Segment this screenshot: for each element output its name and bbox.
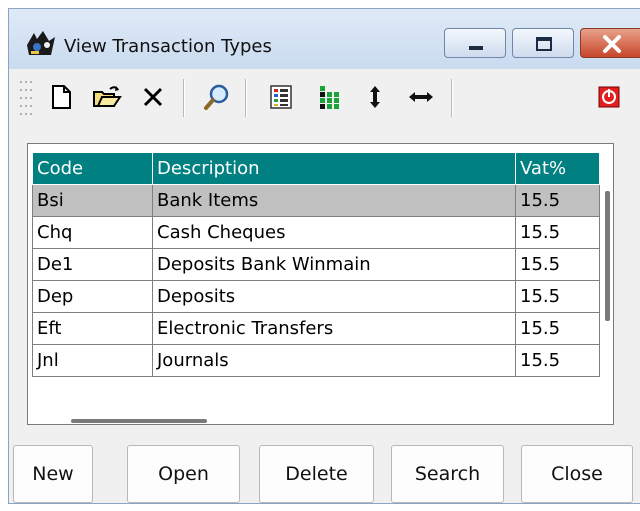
cell-code[interactable]: Jnl — [32, 344, 153, 377]
toolbar-search-button[interactable] — [197, 77, 237, 117]
transaction-types-window: View Transaction Types Code Description … — [8, 8, 640, 504]
cell-code[interactable]: Eft — [32, 312, 153, 345]
cell-description[interactable]: Cash Cheques — [152, 216, 516, 249]
toolbar-view-button[interactable] — [261, 77, 301, 117]
vertical-resize-icon — [370, 86, 380, 108]
cell-code[interactable]: Bsi — [32, 184, 153, 217]
minimize-button[interactable] — [444, 28, 506, 58]
toolbar-exit-button[interactable] — [589, 77, 629, 117]
new-button[interactable]: New — [13, 445, 93, 503]
toolbar-separator — [245, 79, 247, 117]
toolbar-separator — [451, 79, 453, 117]
column-header-vat[interactable]: Vat% — [515, 152, 600, 185]
open-folder-icon — [93, 86, 122, 107]
toolbar — [13, 71, 640, 123]
toolbar-separator — [183, 79, 185, 117]
cell-description[interactable]: Deposits Bank Winmain — [152, 248, 516, 281]
column-header-description[interactable]: Description — [152, 152, 516, 185]
search-icon — [204, 84, 229, 110]
cell-code[interactable]: Chq — [32, 216, 153, 249]
cell-vat[interactable]: 15.5 — [515, 184, 600, 217]
open-button[interactable]: Open — [127, 445, 240, 503]
exit-icon — [598, 86, 620, 108]
close-window-button[interactable] — [580, 28, 640, 58]
cell-description[interactable]: Bank Items — [152, 184, 516, 217]
cell-vat[interactable]: 15.5 — [515, 312, 600, 345]
delete-icon — [143, 87, 163, 107]
search-button[interactable]: Search — [391, 445, 504, 503]
cell-description[interactable]: Deposits — [152, 280, 516, 313]
title-bar[interactable]: View Transaction Types — [9, 9, 640, 69]
delete-button[interactable]: Delete — [259, 445, 374, 503]
table-header-row: Code Description Vat% — [32, 152, 600, 185]
cell-description[interactable]: Journals — [152, 344, 516, 377]
view-list-icon — [270, 85, 292, 109]
column-header-code[interactable]: Code — [32, 152, 153, 185]
close-button[interactable]: Close — [521, 445, 633, 503]
maximize-button[interactable] — [512, 28, 574, 58]
sort-icon — [320, 86, 339, 109]
table-row[interactable]: Chq Cash Cheques 15.5 — [32, 216, 600, 249]
toolbar-open-button[interactable] — [87, 77, 127, 117]
minimize-icon — [469, 46, 483, 50]
new-file-icon — [52, 85, 71, 109]
horizontal-scrollbar[interactable] — [71, 419, 207, 423]
vertical-scrollbar[interactable] — [605, 191, 610, 321]
table-row[interactable]: Eft Electronic Transfers 15.5 — [32, 312, 600, 345]
window-title: View Transaction Types — [64, 36, 272, 57]
toolbar-vertical-resize-button[interactable] — [355, 77, 395, 117]
toolbar-delete-button[interactable] — [133, 77, 173, 117]
cell-code[interactable]: Dep — [32, 280, 153, 313]
cell-code[interactable]: De1 — [32, 248, 153, 281]
close-icon — [603, 35, 621, 53]
app-icon — [27, 31, 55, 55]
toolbar-sort-button[interactable] — [309, 77, 349, 117]
cell-vat[interactable]: 15.5 — [515, 216, 600, 249]
toolbar-new-button[interactable] — [41, 77, 81, 117]
transaction-types-table: Code Description Vat% Bsi Bank Items 15.… — [32, 152, 600, 377]
cell-vat[interactable]: 15.5 — [515, 344, 600, 377]
cell-vat[interactable]: 15.5 — [515, 280, 600, 313]
cell-vat[interactable]: 15.5 — [515, 248, 600, 281]
cell-description[interactable]: Electronic Transfers — [152, 312, 516, 345]
table-row[interactable]: Jnl Journals 15.5 — [32, 344, 600, 377]
toolbar-grip-icon[interactable] — [19, 79, 33, 117]
table-row[interactable]: Dep Deposits 15.5 — [32, 280, 600, 313]
transaction-types-grid[interactable]: Code Description Vat% Bsi Bank Items 15.… — [27, 143, 614, 425]
horizontal-resize-icon — [409, 92, 433, 102]
maximize-icon — [536, 37, 552, 51]
table-row[interactable]: De1 Deposits Bank Winmain 15.5 — [32, 248, 600, 281]
table-row[interactable]: Bsi Bank Items 15.5 — [32, 184, 600, 217]
toolbar-horizontal-resize-button[interactable] — [401, 77, 441, 117]
